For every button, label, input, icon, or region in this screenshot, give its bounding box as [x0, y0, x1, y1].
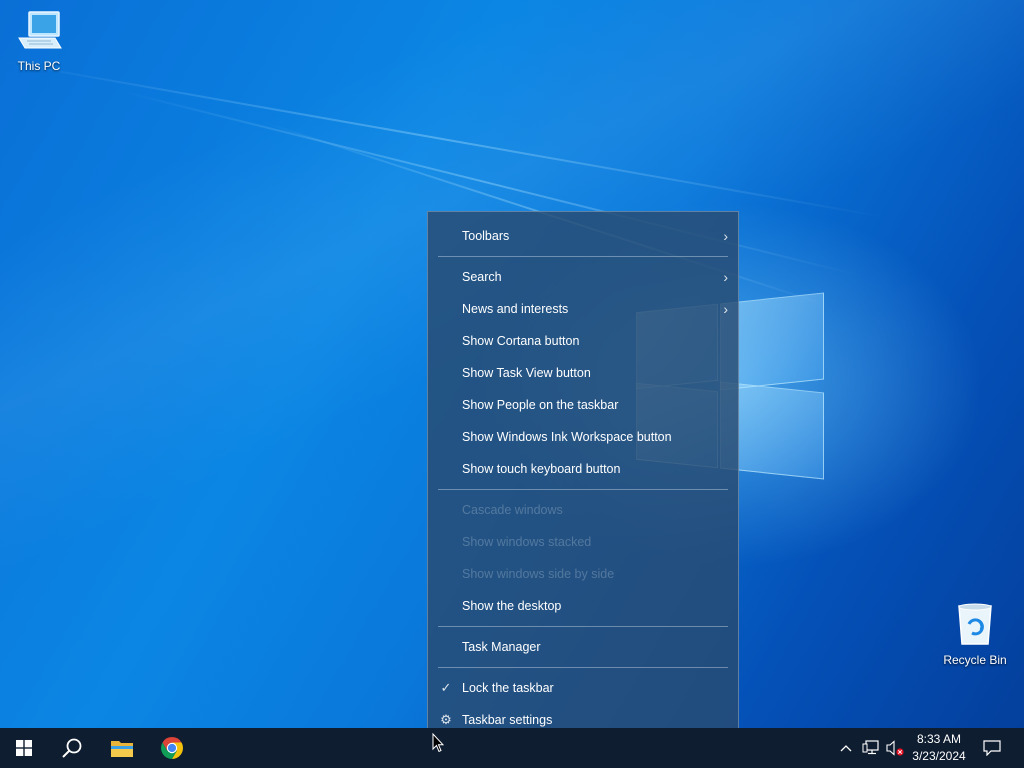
menu-item-show-task-view-button[interactable]: Show Task View button	[428, 357, 738, 389]
chevron-right-icon: ›	[723, 269, 728, 285]
menu-item-news-and-interests[interactable]: News and interests ›	[428, 293, 738, 325]
menu-item-label: Toolbars	[462, 229, 510, 243]
taskbar[interactable]: 8:33 AM 3/23/2024	[0, 728, 1024, 768]
menu-item-label: Taskbar settings	[462, 713, 553, 727]
menu-item-show-people[interactable]: Show People on the taskbar	[428, 389, 738, 421]
start-button[interactable]	[0, 728, 48, 768]
file-explorer-button[interactable]	[98, 728, 146, 768]
volume-button[interactable]	[883, 728, 907, 768]
recycle-bin-icon	[958, 603, 992, 645]
menu-item-label: Show touch keyboard button	[462, 462, 621, 476]
menu-item-label: Task Manager	[462, 640, 541, 654]
menu-item-label: News and interests	[462, 302, 569, 316]
menu-item-show-windows-stacked: Show windows stacked	[428, 526, 738, 558]
this-pc-icon	[18, 11, 62, 49]
menu-item-show-cortana-button[interactable]: Show Cortana button	[428, 325, 738, 357]
chevron-right-icon: ›	[723, 228, 728, 244]
menu-item-label: Show Windows Ink Workspace button	[462, 430, 672, 444]
desktop-icon-label: Recycle Bin	[943, 653, 1007, 667]
notification-icon	[983, 740, 1001, 756]
mouse-cursor	[432, 733, 444, 753]
menu-item-cascade-windows: Cascade windows	[428, 494, 738, 526]
menu-item-show-touch-keyboard[interactable]: Show touch keyboard button	[428, 453, 738, 485]
menu-item-label: Show Cortana button	[462, 334, 580, 348]
windows-start-icon	[16, 740, 32, 756]
menu-item-label: Search	[462, 270, 502, 284]
chrome-button[interactable]	[148, 728, 196, 768]
chrome-icon	[161, 737, 183, 759]
menu-item-label: Show People on the taskbar	[462, 398, 619, 412]
menu-item-show-windows-ink[interactable]: Show Windows Ink Workspace button	[428, 421, 738, 453]
show-hidden-icons-button[interactable]	[834, 728, 858, 768]
search-button[interactable]	[48, 728, 96, 768]
menu-item-show-the-desktop[interactable]: Show the desktop	[428, 590, 738, 622]
menu-item-label: Lock the taskbar	[462, 681, 554, 695]
clock[interactable]: 8:33 AM 3/23/2024	[906, 731, 972, 765]
action-center-button[interactable]	[976, 728, 1008, 768]
taskbar-context-menu: Toolbars › Search › News and interests ›…	[427, 211, 739, 744]
clock-date: 3/23/2024	[912, 749, 966, 763]
chevron-up-icon	[840, 745, 852, 752]
menu-item-toolbars[interactable]: Toolbars ›	[428, 220, 738, 252]
menu-separator	[438, 489, 728, 490]
menu-item-show-windows-side-by-side: Show windows side by side	[428, 558, 738, 590]
checkmark-icon: ✓	[440, 680, 452, 695]
desktop-icon-recycle-bin[interactable]: Recycle Bin	[937, 600, 1013, 667]
menu-separator	[438, 626, 728, 627]
menu-item-label: Show windows side by side	[462, 567, 615, 581]
menu-separator	[438, 667, 728, 668]
menu-separator	[438, 256, 728, 257]
volume-muted-icon	[886, 740, 904, 756]
desktop-icon-this-pc[interactable]: This PC	[1, 8, 77, 73]
chevron-right-icon: ›	[723, 301, 728, 317]
menu-item-task-manager[interactable]: Task Manager	[428, 631, 738, 663]
menu-item-lock-the-taskbar[interactable]: ✓ Lock the taskbar	[428, 672, 738, 704]
menu-item-label: Cascade windows	[462, 503, 563, 517]
menu-item-label: Show the desktop	[462, 599, 562, 613]
clock-time: 8:33 AM	[916, 732, 962, 746]
menu-item-label: Show Task View button	[462, 366, 591, 380]
search-icon	[62, 738, 82, 758]
menu-item-label: Show windows stacked	[462, 535, 592, 549]
network-icon	[862, 740, 879, 755]
network-button[interactable]	[859, 728, 883, 768]
file-explorer-icon	[111, 741, 133, 757]
desktop-icon-label: This PC	[17, 59, 61, 73]
menu-item-search[interactable]: Search ›	[428, 261, 738, 293]
